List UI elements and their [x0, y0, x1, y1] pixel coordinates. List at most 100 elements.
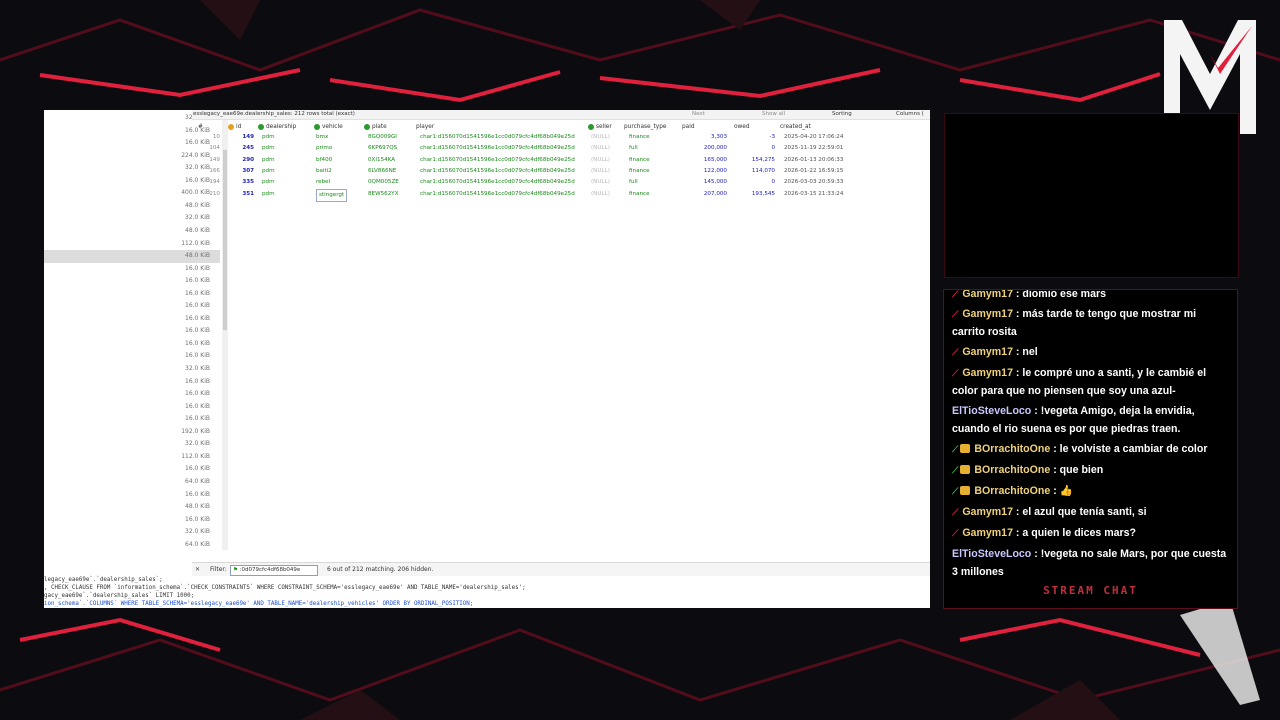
table-cell[interactable]: 0 — [732, 143, 775, 154]
table-cell[interactable]: 2026-01-13 20:06:33 — [784, 155, 843, 166]
table-cell[interactable]: rebel — [316, 177, 330, 188]
table-cell[interactable]: pdm — [262, 189, 275, 200]
column-header[interactable]: created_at — [780, 122, 811, 132]
table-row[interactable]: 149 290 pdm bf400 0XI154KA char1:d156070d1541… — [192, 155, 930, 166]
table-cell[interactable]: (NULL) — [591, 177, 610, 188]
table-row[interactable]: 210 351 pdm stingergt 8EW562YX char1:d156070d… — [192, 188, 930, 202]
table-cell[interactable]: 2025-11-19 22:59:01 — [784, 143, 843, 154]
chat-username[interactable]: Gamym17 — [962, 290, 1013, 300]
chat-username[interactable]: BOrrachitoOne — [974, 485, 1050, 497]
column-header[interactable]: seller — [588, 122, 612, 132]
chat-username[interactable]: BOrrachitoOne — [974, 464, 1050, 476]
table-cell[interactable]: 145,000 — [682, 177, 727, 188]
table-cell[interactable]: char1:d156070d1541596e1cc0d079cfc4df68b0… — [420, 155, 575, 166]
table-cell[interactable]: primo — [316, 143, 332, 154]
columns-button[interactable]: Columns ( — [896, 110, 924, 119]
table-cell[interactable]: full — [629, 177, 638, 188]
table-cell[interactable]: (NULL) — [591, 189, 610, 200]
table-cell[interactable]: baiti2 — [316, 166, 332, 177]
column-header[interactable]: owed — [734, 122, 750, 132]
table-cell[interactable]: 351 — [228, 189, 254, 200]
table-cell[interactable]: 104 — [194, 143, 220, 154]
table-cell[interactable]: stingergt — [316, 188, 348, 202]
next-button[interactable]: Next — [692, 110, 705, 119]
table-cell[interactable]: char1:d156070d1541596e1cc0d079cfc4df68b0… — [420, 189, 575, 200]
column-header[interactable]: # — [198, 122, 203, 132]
column-header[interactable]: purchase_type — [624, 122, 666, 132]
table-cell[interactable]: 2026-03-15 21:33:24 — [784, 189, 843, 200]
table-cell[interactable]: 166 — [194, 166, 220, 177]
table-cell[interactable]: (NULL) — [591, 132, 610, 143]
table-cell[interactable]: 0 — [732, 177, 775, 188]
table-row[interactable]: 194 335 pdm rebel 0QM005ZE char1:d156070d1541… — [192, 177, 930, 188]
table-cell[interactable]: (NULL) — [591, 155, 610, 166]
table-row[interactable]: 10 149 pdm bmx 8GQ009GI char1:d156070d1541596… — [192, 132, 930, 143]
table-cell[interactable]: 307 — [228, 166, 254, 177]
table-cell[interactable]: 122,000 — [682, 166, 727, 177]
table-cell[interactable]: 154,275 — [732, 155, 775, 166]
table-cell[interactable]: 149 — [228, 132, 254, 143]
table-cell[interactable]: pdm — [262, 177, 275, 188]
table-cell[interactable]: 6LV866NE — [368, 166, 396, 177]
table-cell[interactable]: finance — [629, 155, 650, 166]
show-all-button[interactable]: Show all — [762, 110, 785, 119]
table-cell[interactable]: 8GQ009GI — [368, 132, 397, 143]
table-cell[interactable]: pdm — [262, 132, 275, 143]
table-cell[interactable]: 0QM005ZE — [368, 177, 399, 188]
column-header[interactable]: dealership — [258, 122, 296, 132]
table-cell[interactable]: char1:d156070d1541596e1cc0d079cfc4df68b0… — [420, 143, 575, 154]
table-cell[interactable]: 210 — [194, 189, 220, 200]
table-cell[interactable]: bmx — [316, 132, 328, 143]
table-cell[interactable]: 165,000 — [682, 155, 727, 166]
table-cell[interactable]: finance — [629, 189, 650, 200]
chat-username[interactable]: Gamym17 — [962, 367, 1013, 379]
table-row[interactable]: 104 245 pdm primo 6KP697QS char1:d156070d1541… — [192, 143, 930, 154]
table-cell[interactable]: pdm — [262, 155, 275, 166]
close-filter-icon[interactable]: ✕ — [195, 563, 200, 577]
table-cell[interactable]: char1:d156070d1541596e1cc0d079cfc4df68b0… — [420, 177, 575, 188]
table-cell[interactable]: 245 — [228, 143, 254, 154]
table-cell[interactable]: 114,070 — [732, 166, 775, 177]
table-cell[interactable]: finance — [629, 166, 650, 177]
chat-username[interactable]: ElTioSteveLoco — [952, 405, 1031, 417]
chat-username[interactable]: Gamym17 — [962, 506, 1013, 518]
table-cell[interactable]: 194 — [194, 177, 220, 188]
table-cell[interactable]: 2026-03-03 20:59:33 — [784, 177, 843, 188]
column-header[interactable]: paid — [682, 122, 695, 132]
table-cell[interactable]: finance — [629, 132, 650, 143]
column-header[interactable]: id — [228, 122, 241, 132]
table-cell[interactable]: 200,000 — [682, 143, 727, 154]
table-cell[interactable]: 6KP697QS — [368, 143, 397, 154]
table-cell[interactable]: 0XI154KA — [368, 155, 395, 166]
table-cell[interactable]: pdm — [262, 143, 275, 154]
chat-username[interactable]: Gamym17 — [962, 346, 1013, 358]
table-cell[interactable]: 8EW562YX — [368, 189, 399, 200]
table-cell[interactable]: char1:d156070d1541596e1cc0d079cfc4df68b0… — [420, 166, 575, 177]
table-row[interactable]: 166 307 pdm baiti2 6LV866NE char1:d156070d154… — [192, 166, 930, 177]
table-cell[interactable]: 290 — [228, 155, 254, 166]
table-cell[interactable]: 2026-01-22 16:59:15 — [784, 166, 843, 177]
column-header[interactable]: vehicle — [314, 122, 343, 132]
chat-username[interactable]: ElTioSteveLoco — [952, 548, 1031, 560]
table-cell[interactable]: 3,303 — [682, 132, 727, 143]
chat-username[interactable]: BOrrachitoOne — [974, 443, 1050, 455]
table-cell[interactable]: 335 — [228, 177, 254, 188]
table-cell[interactable]: 149 — [194, 155, 220, 166]
table-cell[interactable]: -3 — [732, 132, 775, 143]
column-header[interactable]: player — [416, 122, 434, 132]
table-cell[interactable]: 2025-04-20 17:06:24 — [784, 132, 843, 143]
table-cell[interactable]: 10 — [194, 132, 220, 143]
table-cell[interactable]: (NULL) — [591, 166, 610, 177]
table-cell[interactable]: bf400 — [316, 155, 332, 166]
table-cell[interactable]: 193,545 — [732, 189, 775, 200]
table-cell[interactable]: full — [629, 143, 638, 154]
filter-input[interactable]: ⚑ :0d079cfc4df68b049e — [230, 565, 318, 576]
chat-username[interactable]: Gamym17 — [962, 308, 1013, 320]
column-header[interactable]: plate — [364, 122, 387, 132]
table-cell[interactable]: (NULL) — [591, 143, 610, 154]
table-cell[interactable]: pdm — [262, 166, 275, 177]
sorting-button[interactable]: Sorting — [832, 110, 852, 119]
table-cell[interactable]: 207,000 — [682, 189, 727, 200]
table-cell[interactable]: char1:d156070d1541596e1cc0d079cfc4df68b0… — [420, 132, 575, 143]
chat-username[interactable]: Gamym17 — [962, 527, 1013, 539]
